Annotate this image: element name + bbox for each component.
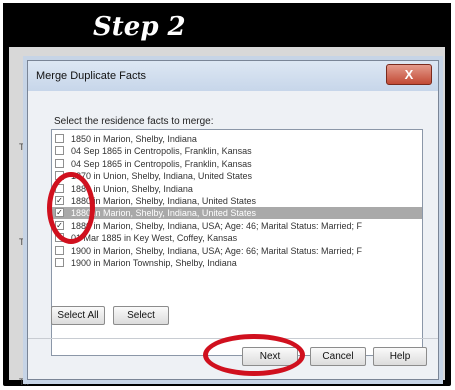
fact-row[interactable]: 1850 in Marion, Shelby, Indiana xyxy=(52,133,422,145)
close-button[interactable]: X xyxy=(386,64,432,85)
fact-label: 04 Sep 1865 in Centropolis, Franklin, Ka… xyxy=(71,146,252,157)
fact-checkbox[interactable]: ✓ xyxy=(55,196,64,205)
fact-label: 1900 in Marion Township, Shelby, Indiana xyxy=(71,258,237,268)
fact-label: 1880 in Marion, Shelby, Indiana, USA; Ag… xyxy=(71,220,362,231)
fact-label: 1870 in Union, Shelby, Indiana, United S… xyxy=(71,171,252,182)
fact-row[interactable]: 1900 in Marion Township, Shelby, Indiana xyxy=(52,257,422,269)
cancel-button[interactable]: Cancel xyxy=(310,347,366,366)
fact-label: 04 Sep 1865 in Centropolis, Franklin, Ka… xyxy=(71,158,252,169)
facts-prompt: Select the residence facts to merge: xyxy=(54,116,214,127)
fact-checkbox[interactable] xyxy=(55,245,64,255)
fact-label: 1880 in Marion, Shelby, Indiana, United … xyxy=(71,196,256,206)
fact-row[interactable]: 1900 in Marion, Shelby, Indiana, USA; Ag… xyxy=(52,245,422,257)
fact-label: 1880 in Union, Shelby, Indiana xyxy=(71,183,193,194)
fact-label: 01 Mar 1885 in Key West, Coffey, Kansas xyxy=(71,233,238,244)
fact-row[interactable]: 01 Mar 1885 in Key West, Coffey, Kansas xyxy=(52,232,422,244)
step-banner: Step 2 xyxy=(3,3,451,47)
fact-checkbox[interactable] xyxy=(55,233,64,243)
fact-label: 1900 in Marion, Shelby, Indiana, USA; Ag… xyxy=(71,245,362,256)
fact-row[interactable]: ✓ 1880 in Marion, Shelby, Indiana, United… xyxy=(52,207,422,220)
fact-checkbox[interactable] xyxy=(55,158,64,168)
fact-row[interactable]: 04 Sep 1865 in Centropolis, Franklin, Ka… xyxy=(52,145,422,157)
fact-label: 1880 in Marion, Shelby, Indiana, United … xyxy=(71,208,256,219)
next-button[interactable]: Next xyxy=(242,347,298,366)
residence-facts-list[interactable]: 1850 in Marion, Shelby, Indiana 04 Sep 18… xyxy=(51,129,423,356)
select-all-button[interactable]: Select All xyxy=(51,306,105,325)
dialog-titlebar[interactable]: Merge Duplicate Facts X xyxy=(28,61,438,91)
select-button[interactable]: Select xyxy=(113,306,169,325)
fact-checkbox[interactable] xyxy=(55,134,64,143)
fact-checkbox[interactable] xyxy=(55,183,64,193)
help-button[interactable]: Help xyxy=(373,347,427,366)
merge-duplicate-facts-dialog: Merge Duplicate Facts X Select the resid… xyxy=(27,60,439,380)
fact-row[interactable]: ✓ 1880 in Marion, Shelby, Indiana, USA; A… xyxy=(52,220,422,232)
fact-row[interactable]: ✓ 1880 in Marion, Shelby, Indiana, United… xyxy=(52,195,422,207)
dialog-title: Merge Duplicate Facts xyxy=(36,70,147,82)
close-icon: X xyxy=(404,67,414,82)
step-title: Step 2 xyxy=(93,12,186,42)
fact-checkbox[interactable]: ✓ xyxy=(55,220,64,230)
fact-row[interactable]: 1870 in Union, Shelby, Indiana, United S… xyxy=(52,170,422,182)
fact-checkbox[interactable] xyxy=(55,146,64,156)
fact-row[interactable]: 04 Sep 1865 in Centropolis, Franklin, Ka… xyxy=(52,158,422,170)
fact-row[interactable]: 1880 in Union, Shelby, Indiana xyxy=(52,183,422,195)
fact-label: 1850 in Marion, Shelby, Indiana xyxy=(71,134,197,144)
fact-checkbox[interactable] xyxy=(55,258,64,267)
fact-checkbox[interactable] xyxy=(55,171,64,181)
fact-checkbox[interactable]: ✓ xyxy=(55,208,64,218)
dialog-divider xyxy=(28,338,438,339)
